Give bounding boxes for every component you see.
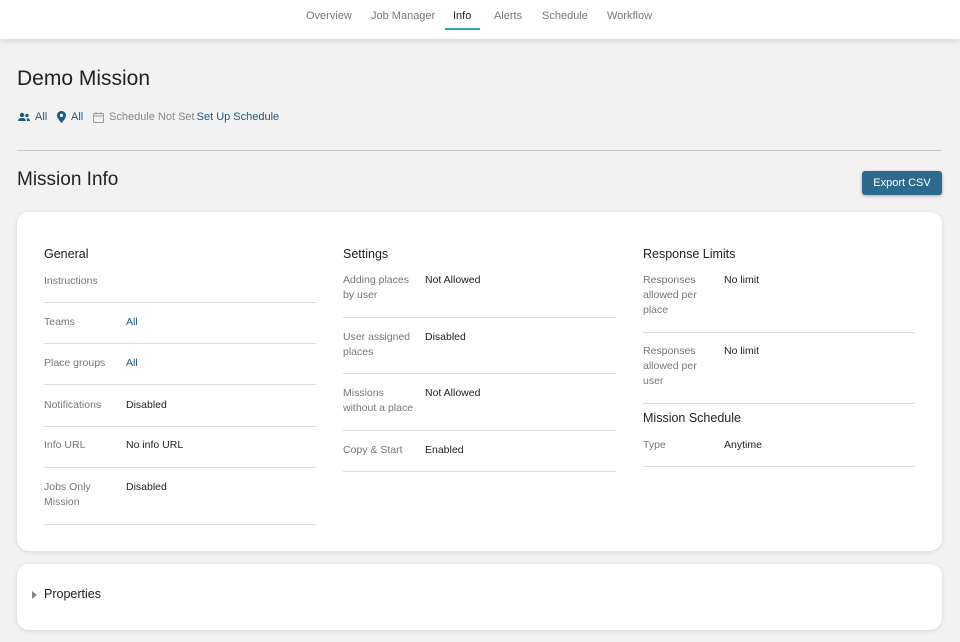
schedule-status-text: Schedule Not Set [109, 111, 195, 123]
place-groups-value[interactable]: All [126, 356, 138, 371]
general-row-notifications: Notifications Disabled [44, 385, 316, 427]
settings-row-adding-places: Adding places by user Not Allowed [343, 270, 616, 318]
calendar-icon [93, 111, 104, 123]
tab-workflow[interactable]: Workflow [607, 10, 652, 22]
info-url-value: No info URL [126, 439, 184, 451]
schedule-type-label: Type [643, 439, 666, 451]
notifications-value: Disabled [126, 399, 167, 411]
places-filter[interactable]: All [57, 111, 83, 123]
jobs-only-label: Jobs Only Mission [44, 481, 91, 508]
per-place-label: Responses allowed per place [643, 274, 697, 316]
per-user-label: Responses allowed per user [643, 345, 697, 387]
schedule-type-value: Anytime [724, 439, 762, 451]
schedule-status: Schedule Not Set Set Up Schedule [93, 111, 279, 123]
adding-places-value: Not Allowed [425, 274, 481, 286]
divider [17, 150, 942, 151]
settings-row-copy-start: Copy & Start Enabled [343, 431, 616, 472]
page-title: Demo Mission [17, 67, 151, 90]
info-url-label: Info URL [44, 439, 86, 451]
adding-places-label: Adding places by user [343, 274, 409, 301]
user-assigned-label: User assigned places [343, 331, 411, 358]
copy-start-label: Copy & Start [343, 444, 403, 456]
general-row-instructions: Instructions [44, 270, 316, 303]
teams-value[interactable]: All [126, 315, 138, 330]
caret-right-icon[interactable] [32, 591, 37, 599]
response-row-per-place: Responses allowed per place No limit [643, 270, 915, 333]
schedule-row-type: Type Anytime [643, 434, 915, 467]
user-assigned-value: Disabled [425, 331, 466, 343]
tab-schedule[interactable]: Schedule [542, 10, 588, 22]
jobs-only-value: Disabled [126, 481, 167, 493]
tab-overview[interactable]: Overview [306, 10, 352, 22]
tab-info[interactable]: Info [453, 10, 471, 22]
settings-heading: Settings [343, 247, 389, 261]
tab-alerts[interactable]: Alerts [494, 10, 522, 22]
users-icon [18, 112, 30, 121]
top-nav: Overview Job Manager Info Alerts Schedul… [0, 0, 960, 39]
tab-job-manager[interactable]: Job Manager [371, 10, 435, 22]
mission-info-title: Mission Info [17, 169, 119, 190]
notifications-label: Notifications [44, 399, 102, 411]
response-limits-heading: Response Limits [643, 247, 736, 261]
location-pin-icon [57, 111, 66, 123]
properties-label[interactable]: Properties [44, 587, 101, 601]
missions-without-place-value: Not Allowed [425, 387, 481, 399]
instructions-label: Instructions [44, 275, 98, 287]
place-groups-label: Place groups [44, 357, 106, 369]
general-heading: General [44, 247, 89, 261]
response-row-per-user: Responses allowed per user No limit [643, 333, 915, 404]
settings-row-user-assigned: User assigned places Disabled [343, 318, 616, 374]
set-up-schedule-link[interactable]: Set Up Schedule [197, 111, 280, 123]
per-place-value: No limit [724, 274, 760, 286]
general-row-info-url: Info URL No info URL [44, 427, 316, 468]
missions-without-place-label: Missions without a place [343, 387, 414, 414]
places-filter-value: All [71, 111, 84, 123]
teams-filter[interactable]: All [18, 111, 47, 123]
properties-card[interactable] [17, 564, 942, 630]
copy-start-value: Enabled [425, 444, 464, 456]
mission-schedule-heading: Mission Schedule [643, 411, 741, 425]
general-row-jobs-only: Jobs Only Mission Disabled [44, 468, 316, 525]
teams-label: Teams [44, 316, 75, 328]
general-row-place-groups: Place groups All [44, 344, 316, 385]
settings-row-missions-without-place: Missions without a place Not Allowed [343, 374, 616, 431]
per-user-value: No limit [724, 345, 760, 357]
active-tab-indicator [445, 28, 480, 30]
export-csv-button[interactable]: Export CSV [862, 171, 942, 195]
general-row-teams: Teams All [44, 303, 316, 344]
teams-filter-value: All [35, 111, 48, 123]
